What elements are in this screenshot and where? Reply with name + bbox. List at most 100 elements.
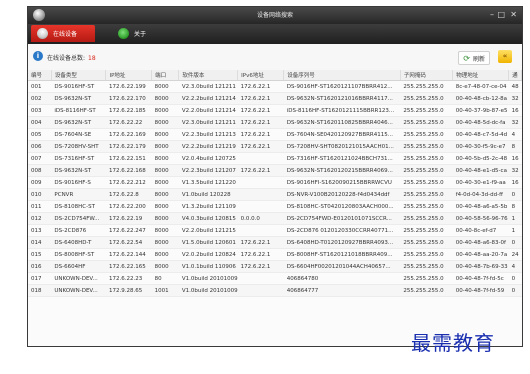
cell-col-firmware: V2.0.4build 120725 xyxy=(178,152,238,165)
cell-col-mac: 00-40-30-e1-f9-aa xyxy=(452,176,509,189)
tab-about[interactable]: 关于 xyxy=(112,25,162,42)
refresh-label: 刷新 xyxy=(472,55,485,63)
cell-col-device-type: DS-8008HF-ST xyxy=(51,248,106,261)
cell-col-channels: 0 xyxy=(508,284,522,297)
cell-col-device-type: DS-7604N-SE xyxy=(51,128,106,141)
table-row[interactable]: 008 DS-9632N-ST 172.6.22.168 8000 V2.2.3buil… xyxy=(28,164,522,177)
tab-online-devices[interactable]: 在线设备 xyxy=(31,25,95,42)
minimize-button[interactable]: – xyxy=(490,9,494,21)
table-row[interactable]: 004 DS-9632N-ST 172.6.22.22 8000 V2.3.0build… xyxy=(28,116,522,129)
cell-col-firmware: V2.2.2build 121219 xyxy=(178,140,238,153)
cell-col-mac: 00-40-48-c7-5d-4d xyxy=(452,128,509,141)
cell-col-subnet: 255.255.255.0 xyxy=(400,284,453,297)
table-row[interactable]: 012 DS-2CD754FW... 172.6.22.19 8000 V4.0.3bu… xyxy=(28,212,522,225)
table-row[interactable]: 006 DS-7208HV-SHT 172.6.22.179 8000 V2.2.2bu… xyxy=(28,140,522,153)
header-col-mac[interactable]: 物理地址 xyxy=(452,70,510,81)
cell-col-index: 009 xyxy=(28,176,52,189)
cell-col-firmware: V2.2.3build 121207 xyxy=(178,164,238,177)
cell-col-ip: 172.6.22.168 xyxy=(105,164,152,177)
cell-col-port: 8000 xyxy=(151,128,179,141)
cell-col-device-type: iDS-8116HF-ST xyxy=(51,104,106,117)
refresh-button[interactable]: ⟳ 刷新 xyxy=(458,51,490,65)
table-row[interactable]: 005 DS-7604N-SE 172.6.22.169 8000 V2.2.3buil… xyxy=(28,128,522,141)
cell-col-mac: 00-40-5b-d5-2c-48 xyxy=(452,152,509,165)
cell-col-subnet: 255.255.255.0 xyxy=(400,236,453,249)
tab-about-label: 关于 xyxy=(134,31,147,38)
table-row[interactable]: 014 DS-6408HD-T 172.6.22.54 8000 V1.5.0build… xyxy=(28,236,522,249)
title-bar[interactable]: 设备网络搜索 – □ ✕ xyxy=(28,7,522,24)
cell-col-device-type: UNKOWN-DEV... xyxy=(51,284,106,297)
cell-col-ip: 172.6.22.144 xyxy=(105,248,152,261)
table-row[interactable]: 015 DS-8008HF-ST 172.6.22.144 8000 V2.0.2bui… xyxy=(28,248,522,261)
cell-col-ipv6: 172.6.22.1 xyxy=(237,92,284,105)
cell-col-firmware: V2.3.0build 121211 xyxy=(178,116,238,129)
cell-col-ip: 172.6.22.151 xyxy=(105,152,152,165)
cell-col-channels: 8 xyxy=(508,140,522,153)
cell-col-ip: 172.6.22.165 xyxy=(105,260,152,273)
cell-col-ipv6 xyxy=(237,152,284,165)
online-count: 在线设备总数: 18 xyxy=(47,53,96,62)
cell-col-subnet: 255.255.255.0 xyxy=(400,140,453,153)
cell-col-port: 8000 xyxy=(151,140,179,153)
header-col-channels[interactable]: 通 xyxy=(508,70,522,81)
table-row[interactable]: 002 DS-9632N-ST 172.6.22.170 8000 V2.2.2buil… xyxy=(28,92,522,105)
cell-col-port: 8000 xyxy=(151,152,179,165)
table-row[interactable]: 009 DS-9016HF-S 172.6.22.212 8000 V1.3.5buil… xyxy=(28,176,522,189)
cell-col-firmware: V2.3.0build 121211 xyxy=(178,80,238,93)
cell-col-channels: 32 xyxy=(508,164,522,177)
table-row[interactable]: 001 DS-9016HF-ST 172.6.22.199 8000 V2.3.0bui… xyxy=(28,80,522,93)
header-col-port[interactable]: 端口 xyxy=(151,70,180,81)
collapse-button[interactable]: « xyxy=(498,50,512,63)
table-row[interactable]: 003 iDS-8116HF-ST 172.6.22.185 8000 V2.2.0bu… xyxy=(28,104,522,117)
cell-col-serial: DS-6604HF00201201044ACH40657... xyxy=(283,260,401,273)
cell-col-index: 016 xyxy=(28,260,52,273)
header-col-subnet[interactable]: 子网掩码 xyxy=(400,70,454,81)
cell-col-device-type: DS-6604HF xyxy=(51,260,106,273)
cell-col-mac: 00-40-48-aa-20-7a xyxy=(452,248,509,261)
cell-col-firmware: V2.2.2build 121214 xyxy=(178,92,238,105)
cell-col-channels: 16 xyxy=(508,176,522,189)
cell-col-port: 80 xyxy=(151,272,179,285)
header-col-ipv6[interactable]: IPv6地址 xyxy=(237,70,285,81)
table-row[interactable]: 017 UNKOWN-DEV... 172.6.22.23 80 V1.0build 2… xyxy=(28,272,522,285)
cell-col-index: 018 xyxy=(28,284,52,297)
table-row[interactable]: 018 UNKOWN-DEV... 172.9.28.65 1001 V1.0build… xyxy=(28,284,522,297)
close-button[interactable]: ✕ xyxy=(510,9,517,21)
cell-col-channels: 16 xyxy=(508,104,522,117)
cell-col-port: 8000 xyxy=(151,200,179,213)
cell-col-port: 8000 xyxy=(151,80,179,93)
header-col-serial[interactable]: 设备序列号 xyxy=(283,70,401,81)
cell-col-firmware: V2.2.0build 121215 xyxy=(178,224,238,237)
table-header: 编号 设备类型 IP地址 端口 软件版本 IPv6地址 设备序列号 子网掩码 物理地址通 xyxy=(28,70,522,81)
cell-col-ip: 172.6.22.169 xyxy=(105,128,152,141)
cell-col-device-type: DS-6408HD-T xyxy=(51,236,106,249)
cell-col-port: 1001 xyxy=(151,284,179,297)
header-col-index[interactable]: 编号 xyxy=(28,70,52,81)
online-count-label: 在线设备总数: xyxy=(47,55,86,62)
table-row[interactable]: 016 DS-6604HF 172.6.22.165 8000 V1.0.1build … xyxy=(28,260,522,273)
cell-col-serial: DS-2CD754FWD-E0120101071SCCR... xyxy=(283,212,401,225)
header-col-ip[interactable]: IP地址 xyxy=(105,70,153,81)
cell-col-serial: DS-9632N-ST1620120215BBRR4069... xyxy=(283,164,401,177)
info-icon xyxy=(118,28,129,39)
header-col-device-type[interactable]: 设备类型 xyxy=(51,70,107,81)
table-row[interactable]: 010 PCNVR 172.6.22.8 8000 V1.0build 120228 DS… xyxy=(28,188,522,201)
cell-col-subnet: 255.255.255.0 xyxy=(400,200,453,213)
cell-col-index: 013 xyxy=(28,224,52,237)
cell-col-mac: 00-40-58-56-96-76 xyxy=(452,212,509,225)
table-row[interactable]: 007 DS-7316HF-ST 172.6.22.151 8000 V2.0.4bui… xyxy=(28,152,522,165)
cell-col-channels: 32 xyxy=(508,92,522,105)
cell-col-channels: 24 xyxy=(508,248,522,261)
cell-col-ipv6: 172.6.22.1 xyxy=(237,104,284,117)
cell-col-channels: 4 xyxy=(508,128,522,141)
maximize-button[interactable]: □ xyxy=(497,9,505,21)
cell-col-device-type: PCNVR xyxy=(51,188,106,201)
table-row[interactable]: 013 DS-2CD876 172.6.22.247 8000 V2.2.0build … xyxy=(28,224,522,237)
table-row[interactable]: 011 DS-8108HC-ST 172.6.22.200 8000 V1.3.2bui… xyxy=(28,200,522,213)
cell-col-index: 017 xyxy=(28,272,52,285)
cell-col-mac: f4-0d-04-3d-dd-ff xyxy=(452,188,509,201)
cell-col-subnet: 255.255.255.0 xyxy=(400,152,453,165)
header-col-firmware[interactable]: 软件版本 xyxy=(178,70,239,81)
cell-col-channels: 8 xyxy=(508,200,522,213)
cell-col-serial: DS-7208HV-SHT0820121015AACH01... xyxy=(283,140,401,153)
